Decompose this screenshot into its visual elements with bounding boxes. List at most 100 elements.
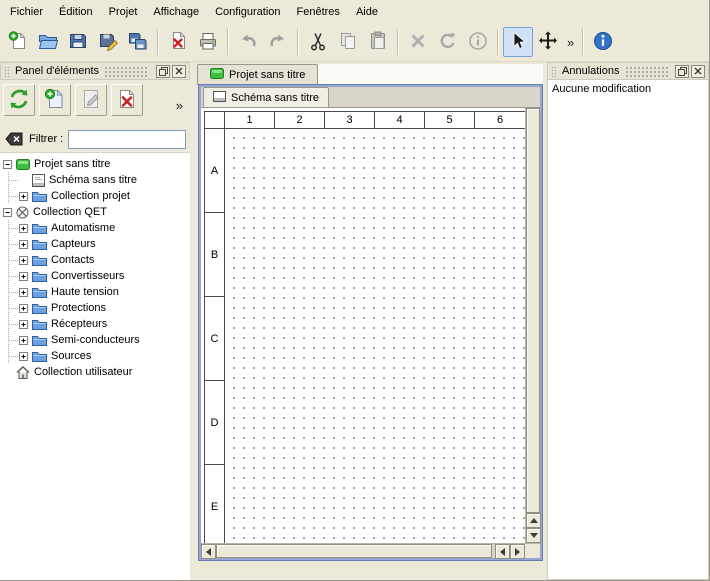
paste-button[interactable] <box>363 27 393 57</box>
scroll-up-button[interactable] <box>526 513 541 528</box>
copy-button[interactable] <box>333 27 363 57</box>
paste-icon <box>367 30 389 55</box>
new-element-icon <box>43 87 67 114</box>
expander-plus-icon[interactable] <box>19 352 28 361</box>
tree-item-automatisme[interactable]: Automatisme <box>0 220 190 236</box>
expander-plus-icon[interactable] <box>19 304 28 313</box>
redo-button[interactable] <box>263 27 293 57</box>
save-button[interactable] <box>63 27 93 57</box>
schema-grid[interactable] <box>225 129 525 543</box>
expander-plus-icon[interactable] <box>19 240 28 249</box>
menu-affichage[interactable]: Affichage <box>145 0 207 23</box>
folder-icon <box>32 222 47 234</box>
close-panel-button[interactable] <box>172 65 186 78</box>
toolbar-separator <box>297 29 299 55</box>
tab-schema-sans-titre[interactable]: Schéma sans titre <box>203 87 329 107</box>
arrow-left-icon <box>500 548 505 556</box>
element-info-button[interactable] <box>463 27 493 57</box>
move-arrows-icon <box>537 30 559 55</box>
delete-button[interactable] <box>403 27 433 57</box>
folder-icon <box>32 318 47 330</box>
expander-minus-icon[interactable] <box>3 160 12 169</box>
expander-plus-icon[interactable] <box>19 288 28 297</box>
reload-collections-button[interactable] <box>3 84 35 116</box>
cut-button[interactable] <box>303 27 333 57</box>
new-document-icon <box>7 30 29 55</box>
folder-icon <box>32 334 47 346</box>
undo-panel-titlebar[interactable]: Annulations <box>547 62 709 80</box>
expander-plus-icon[interactable] <box>19 320 28 329</box>
menu-edition[interactable]: Édition <box>51 0 101 23</box>
scroll-right-button[interactable] <box>510 544 525 559</box>
ruler-column: 2 <box>275 112 325 128</box>
expander-plus-icon[interactable] <box>19 224 28 233</box>
clear-filter-icon <box>5 132 23 146</box>
scroll-down-button[interactable] <box>526 528 541 543</box>
save-all-button[interactable] <box>123 27 153 57</box>
tree-item-capteurs[interactable]: Capteurs <box>0 236 190 252</box>
filter-input[interactable] <box>68 130 186 149</box>
vertical-scroll-thumb[interactable] <box>526 108 540 513</box>
dock-grip-icon[interactable] <box>625 66 669 77</box>
new-document-button[interactable] <box>3 27 33 57</box>
horizontal-scroll-thumb[interactable] <box>216 544 492 558</box>
expander-plus-icon[interactable] <box>19 192 28 201</box>
scroll-left-button-2[interactable] <box>495 544 510 559</box>
expander-plus-icon[interactable] <box>19 272 28 281</box>
edit-element-button[interactable] <box>75 84 107 116</box>
tree-item-semi-conducteurs[interactable]: Semi-conducteurs <box>0 332 190 348</box>
copy-icon <box>337 30 359 55</box>
scroll-left-button[interactable] <box>201 544 216 559</box>
tree-item-haute-tension[interactable]: Haute tension <box>0 284 190 300</box>
float-panel-button[interactable] <box>156 65 170 78</box>
print-button[interactable] <box>193 27 223 57</box>
undo-history-list: Aucune modification <box>547 80 709 580</box>
dock-grip-icon[interactable] <box>4 66 11 77</box>
dock-grip-icon[interactable] <box>551 66 558 77</box>
about-info-button[interactable] <box>588 27 618 57</box>
expander-plus-icon[interactable] <box>19 256 28 265</box>
toolbar-overflow-icon[interactable]: » <box>563 36 578 49</box>
elements-panel-titlebar[interactable]: Panel d'éléments <box>0 62 190 80</box>
tree-item-label: Sources <box>51 350 91 362</box>
move-mode-button[interactable] <box>533 27 563 57</box>
schema-sheet: 1 2 3 4 5 6 A B <box>204 111 525 543</box>
tree-item-project[interactable]: Projet sans titre <box>0 156 190 172</box>
tree-item-collection-projet[interactable]: Collection projet <box>0 188 190 204</box>
ruler-row: E <box>205 465 224 543</box>
tree-item-protections[interactable]: Protections <box>0 300 190 316</box>
expander-plus-icon[interactable] <box>19 336 28 345</box>
dock-grip-icon[interactable] <box>104 66 149 77</box>
tab-projet-sans-titre[interactable]: Projet sans titre <box>197 64 318 85</box>
undo-button[interactable] <box>233 27 263 57</box>
elements-tree[interactable]: Projet sans titre Schéma sans titre Coll… <box>0 152 190 580</box>
tree-item-recepteurs[interactable]: Récepteurs <box>0 316 190 332</box>
tree-item-contacts[interactable]: Contacts <box>0 252 190 268</box>
open-project-button[interactable] <box>33 27 63 57</box>
tree-item-schema[interactable]: Schéma sans titre <box>0 172 190 188</box>
new-element-button[interactable] <box>39 84 71 116</box>
menu-fenetres[interactable]: Fenêtres <box>289 0 348 23</box>
clear-filter-button[interactable] <box>4 131 24 147</box>
menu-fichier[interactable]: Fichier <box>2 0 51 23</box>
select-mode-button[interactable] <box>503 27 533 57</box>
delete-element-button[interactable] <box>111 84 143 116</box>
panel-toolbar-overflow-icon[interactable]: » <box>172 99 187 112</box>
close-panel-button[interactable] <box>691 65 705 78</box>
tree-item-convertisseurs[interactable]: Convertisseurs <box>0 268 190 284</box>
delete-icon <box>407 30 429 55</box>
expander-minus-icon[interactable] <box>3 208 12 217</box>
project-tab-bar: Projet sans titre <box>194 62 543 85</box>
tree-item-collection-utilisateur[interactable]: Collection utilisateur <box>0 364 190 380</box>
menu-projet[interactable]: Projet <box>101 0 146 23</box>
rotate-button[interactable] <box>433 27 463 57</box>
menu-configuration[interactable]: Configuration <box>207 0 288 23</box>
tree-item-collection-qet[interactable]: Collection QET <box>0 204 190 220</box>
close-file-button[interactable] <box>163 27 193 57</box>
close-file-icon <box>167 30 189 55</box>
menu-aide[interactable]: Aide <box>348 0 386 23</box>
schema-canvas[interactable]: 1 2 3 4 5 6 A B <box>201 108 525 543</box>
float-panel-button[interactable] <box>675 65 689 78</box>
tree-item-sources[interactable]: Sources <box>0 348 190 364</box>
save-as-button[interactable] <box>93 27 123 57</box>
